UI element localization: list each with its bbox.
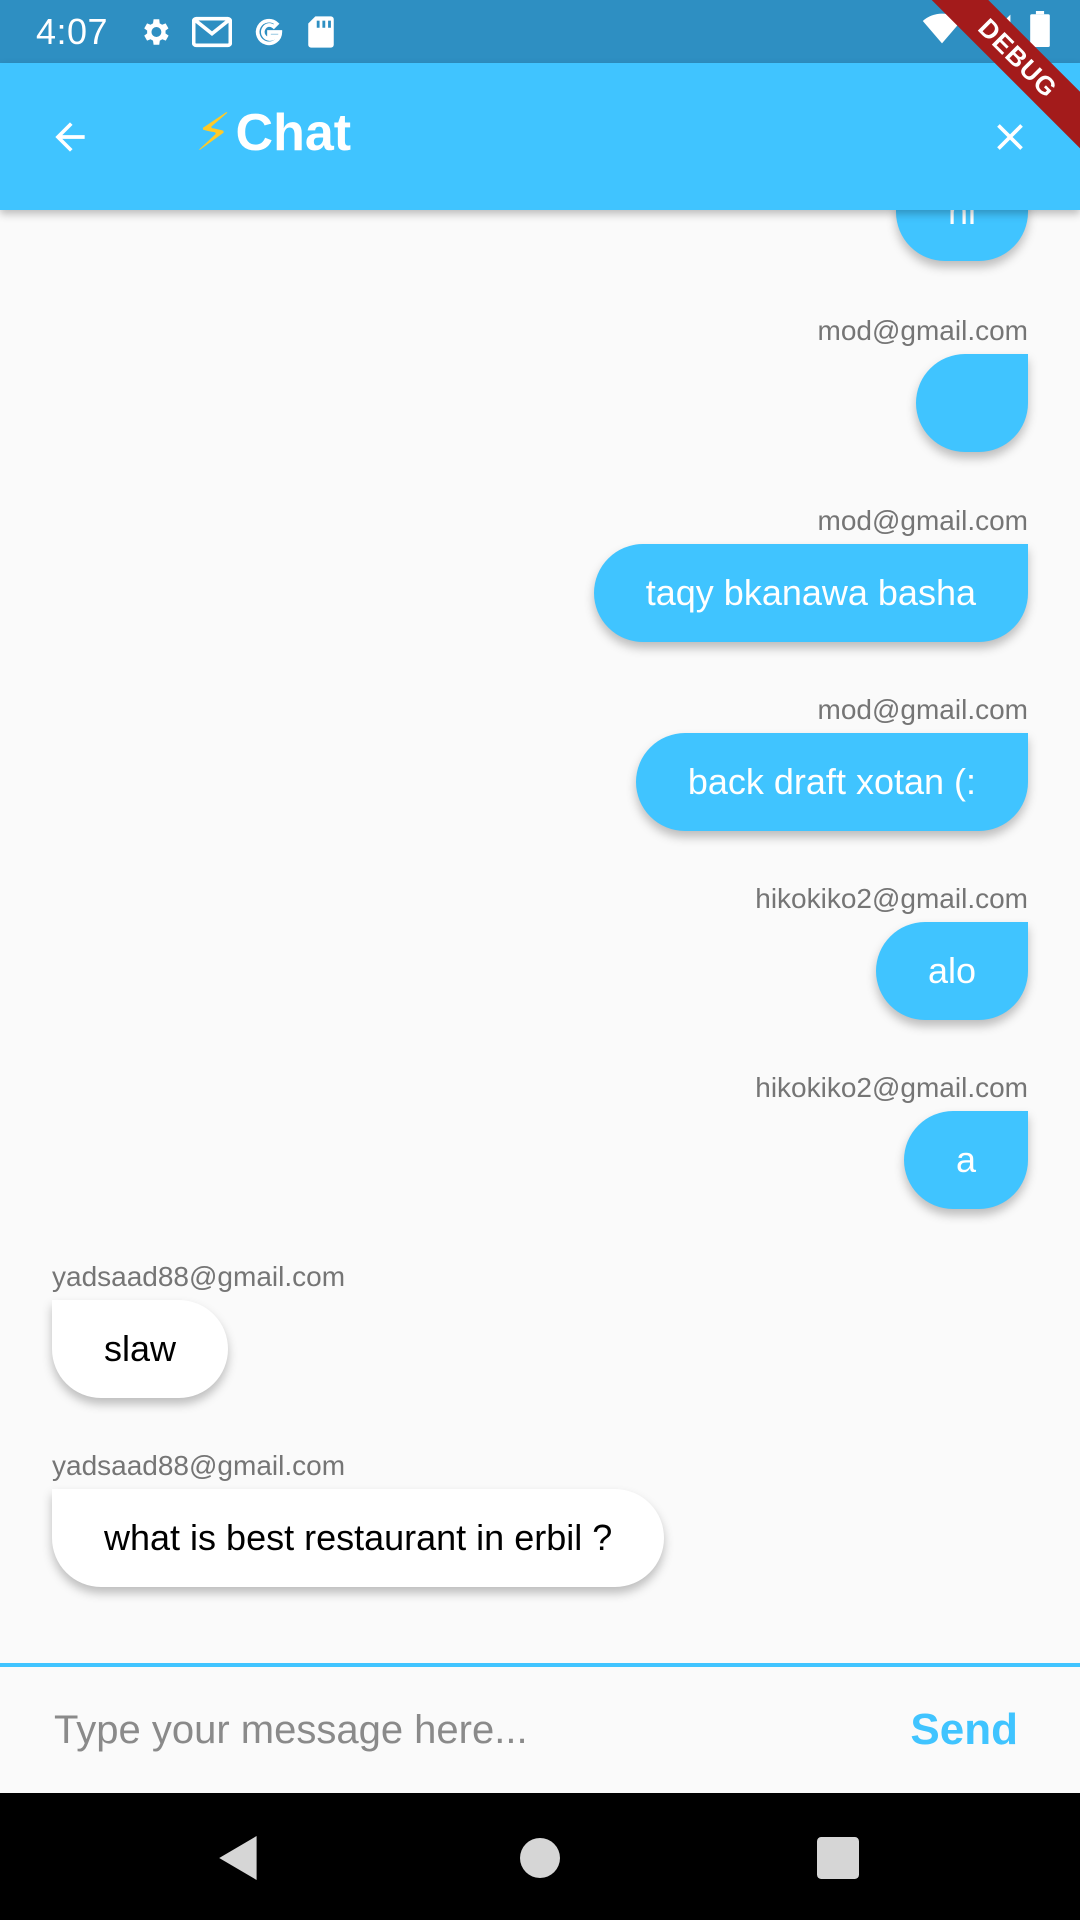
status-notification-icons bbox=[138, 15, 336, 49]
message-item: hi bbox=[52, 210, 1028, 261]
message-sender: mod@gmail.com bbox=[817, 505, 1028, 536]
status-bar: 4:07 bbox=[0, 0, 1080, 63]
google-icon bbox=[252, 15, 286, 49]
app-bar: ⚡ Chat bbox=[0, 63, 1080, 210]
message-bubble: hi bbox=[895, 210, 1028, 261]
lightning-icon: ⚡ bbox=[195, 104, 232, 162]
message-bubble: taqy bkanawa basha bbox=[593, 544, 1028, 642]
nav-home-button[interactable] bbox=[515, 1833, 565, 1883]
sd-card-icon bbox=[306, 15, 336, 49]
message-sender: hikokiko2@gmail.com bbox=[755, 883, 1028, 914]
message-bubble: back draft xotan (: bbox=[635, 733, 1028, 831]
square-recents-icon bbox=[817, 1837, 859, 1879]
arrow-back-icon bbox=[55, 122, 85, 152]
message-bubble: alo bbox=[875, 922, 1028, 1020]
message-item: mod@gmail.com back draft xotan (: bbox=[52, 693, 1028, 831]
triangle-back-icon bbox=[219, 1836, 257, 1880]
message-item: hikokiko2@gmail.com a bbox=[52, 1071, 1028, 1209]
message-bubble: what is best restaurant in erbil ? bbox=[52, 1489, 665, 1587]
circle-home-icon bbox=[520, 1838, 560, 1878]
gmail-icon bbox=[192, 15, 233, 49]
message-item: yadsaad88@gmail.com slaw bbox=[52, 1260, 1028, 1398]
page-title: ⚡ Chat bbox=[195, 103, 351, 163]
status-time: 4:07 bbox=[36, 10, 109, 52]
nav-back-button[interactable] bbox=[214, 1833, 264, 1883]
nav-recents-button[interactable] bbox=[813, 1833, 863, 1883]
close-button[interactable] bbox=[980, 109, 1040, 165]
message-bubble: a bbox=[903, 1111, 1028, 1209]
message-bubble bbox=[916, 354, 1028, 452]
message-sender: yadsaad88@gmail.com bbox=[52, 1261, 346, 1292]
message-input[interactable] bbox=[52, 1697, 836, 1763]
close-icon bbox=[997, 124, 1023, 150]
message-item: hikokiko2@gmail.com alo bbox=[52, 882, 1028, 1020]
send-button[interactable]: Send bbox=[910, 1705, 1018, 1755]
message-sender: mod@gmail.com bbox=[817, 315, 1028, 346]
system-nav-bar bbox=[0, 1793, 1080, 1920]
message-item: mod@gmail.com taqy bkanawa basha bbox=[52, 504, 1028, 642]
message-sender: yadsaad88@gmail.com bbox=[52, 1450, 346, 1481]
message-sender: hikokiko2@gmail.com bbox=[755, 1072, 1028, 1103]
settings-icon bbox=[138, 15, 172, 49]
message-item: yadsaad88@gmail.com what is best restaur… bbox=[52, 1449, 1028, 1587]
message-composer: Send bbox=[0, 1663, 1080, 1797]
back-button[interactable] bbox=[40, 109, 100, 165]
message-sender: mod@gmail.com bbox=[817, 694, 1028, 725]
message-item: mod@gmail.com bbox=[52, 314, 1028, 457]
message-bubble: slaw bbox=[52, 1300, 229, 1398]
message-list[interactable]: hi mod@gmail.com mod@gmail.com taqy bkan… bbox=[0, 210, 1080, 1663]
page-title-text: Chat bbox=[235, 104, 352, 162]
